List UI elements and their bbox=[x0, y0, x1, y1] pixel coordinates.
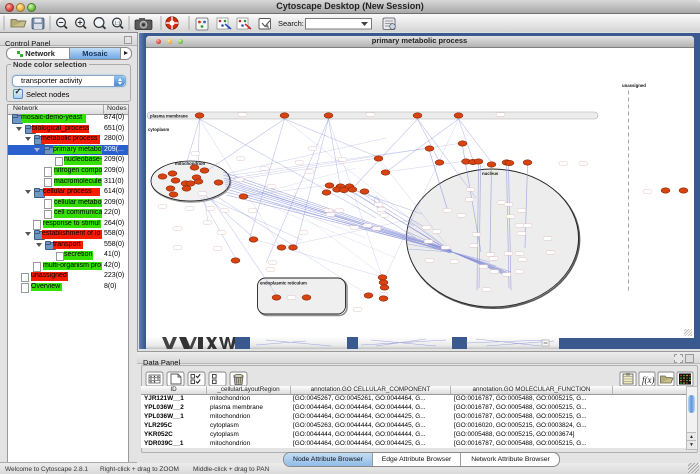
svg-text:plasma membrane: plasma membrane bbox=[150, 113, 188, 118]
svg-text:mitochondrion: mitochondrion bbox=[175, 161, 205, 166]
svg-text:unassigned: unassigned bbox=[622, 83, 646, 88]
svg-text:nucleus: nucleus bbox=[482, 171, 499, 176]
svg-text:1:1: 1:1 bbox=[114, 20, 121, 25]
svg-text:Search:: Search: bbox=[278, 19, 304, 28]
svg-text:cytoplasm: cytoplasm bbox=[148, 127, 169, 132]
